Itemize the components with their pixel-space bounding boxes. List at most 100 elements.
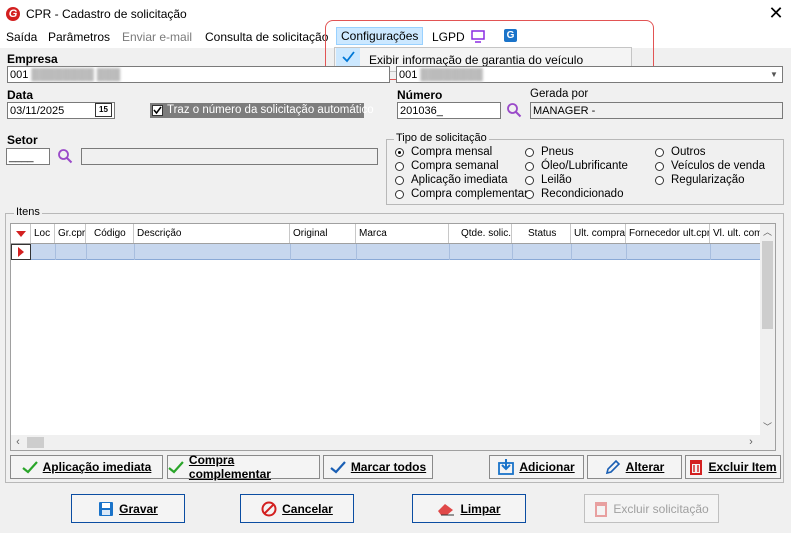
data-value: 03/11/2025 (10, 105, 65, 117)
sort-menu-icon[interactable] (11, 224, 31, 243)
marcar-todos-button[interactable]: Marcar todos (323, 455, 433, 479)
col-qtde[interactable]: Qtde. solic. (449, 224, 512, 243)
radio-label: Compra mensal (411, 146, 493, 158)
auto-number-checkbox[interactable] (152, 105, 163, 116)
radio-label: Outros (671, 146, 706, 158)
radio-compra-semanal[interactable] (395, 162, 404, 171)
pencil-icon (605, 459, 620, 475)
chevron-down-icon[interactable]: ▼ (768, 67, 780, 82)
menu-enviar-email[interactable]: Enviar e-mail (122, 30, 192, 44)
button-label: Cancelar (282, 501, 333, 516)
row-divider (571, 244, 572, 260)
scroll-up-icon[interactable]: ︿ (760, 225, 775, 239)
gerada-label: Gerada por (530, 88, 589, 100)
menu-saida[interactable]: Saída (6, 30, 37, 44)
adicionar-button[interactable]: Adicionar (489, 455, 584, 479)
row-divider (290, 244, 291, 260)
empresa-label: Empresa (7, 52, 58, 66)
eraser-icon (438, 503, 455, 515)
alterar-button[interactable]: Alterar (587, 455, 682, 479)
trash-icon (690, 460, 703, 475)
gravar-button[interactable]: Gravar (71, 494, 185, 523)
radio-regularizacao[interactable] (655, 176, 664, 185)
empresa-filial-input[interactable]: 001 ████████ (396, 66, 783, 83)
radio-leilao[interactable] (525, 176, 534, 185)
radio-recondicionado[interactable] (525, 190, 534, 199)
radio-veiculos-venda[interactable] (655, 162, 664, 171)
radio-label: Veículos de venda (671, 160, 765, 172)
scroll-down-icon[interactable]: ﹀ (760, 420, 775, 434)
menu-parametros[interactable]: Parâmetros (48, 30, 110, 44)
data-label: Data (7, 88, 34, 102)
radio-compra-complementar[interactable] (395, 190, 404, 199)
limpar-button[interactable]: Limpar (412, 494, 526, 523)
download-icon (498, 459, 515, 475)
button-label: Gravar (119, 501, 158, 516)
check-icon (21, 460, 38, 474)
row-divider (356, 244, 357, 260)
radio-label: Regularização (671, 174, 745, 186)
radio-oleo[interactable] (525, 162, 534, 171)
horizontal-scroll-thumb[interactable] (27, 437, 44, 448)
scroll-right-icon[interactable]: › (744, 435, 758, 450)
window-title: CPR - Cadastro de solicitação (26, 7, 187, 21)
trash-icon (595, 501, 608, 517)
col-grcpr[interactable]: Gr.cpr (55, 224, 86, 243)
check-icon (168, 460, 184, 473)
close-icon[interactable]: ✕ (768, 3, 784, 24)
gerada-value: MANAGER - (533, 105, 596, 117)
excluir-solicitacao-button[interactable]: Excluir solicitação (584, 494, 719, 523)
row-divider (86, 244, 87, 260)
col-loc[interactable]: Loc (31, 224, 55, 243)
menu-consulta[interactable]: Consulta de solicitação (205, 30, 328, 44)
search-icon[interactable] (57, 148, 73, 167)
col-status[interactable]: Status (512, 224, 571, 243)
empresa-input[interactable]: 001 ████████ ███ (7, 66, 390, 83)
table-row[interactable] (31, 244, 760, 260)
radio-pneus[interactable] (525, 148, 534, 157)
radio-compra-mensal[interactable] (395, 148, 404, 157)
col-marca[interactable]: Marca (356, 224, 449, 243)
col-codigo[interactable]: Código (86, 224, 134, 243)
cancel-icon (261, 501, 277, 516)
button-label: Compra complementar (188, 453, 271, 481)
cancelar-button[interactable]: Cancelar (240, 494, 354, 523)
radio-label: Compra complementar (411, 188, 528, 200)
setor-value: ____ (9, 151, 34, 163)
calendar-icon[interactable]: 15 (95, 103, 112, 117)
row-divider (710, 244, 711, 260)
aplicacao-imediata-button[interactable]: Aplicação imediata (10, 455, 163, 479)
radio-label: Óleo/Lubrificante (541, 160, 628, 172)
col-descricao[interactable]: Descrição (134, 224, 290, 243)
gerada-input: MANAGER - (530, 102, 783, 119)
button-label: Excluir solicitação (613, 501, 709, 516)
radio-label: Aplicação imediata (411, 174, 508, 186)
button-label: Adicionar (519, 460, 575, 474)
radio-label: Recondicionado (541, 188, 624, 200)
search-icon[interactable] (506, 102, 522, 121)
numero-label: Número (397, 88, 443, 102)
empresa-value: 001 (10, 69, 29, 81)
horizontal-scrollbar[interactable] (11, 435, 775, 450)
col-ult-compra[interactable]: Ult. compra (571, 224, 626, 243)
row-divider (512, 244, 513, 260)
row-divider (134, 244, 135, 260)
radio-label: Leilão (541, 174, 572, 186)
app-logo-icon: G (6, 7, 20, 21)
setor-input[interactable]: ____ (6, 148, 50, 165)
numero-input[interactable]: 201036_ (397, 102, 501, 119)
compra-complementar-button[interactable]: Compra complementar (167, 453, 320, 481)
col-fornecedor[interactable]: Fornecedor ult.cpr (626, 224, 710, 243)
vertical-scroll-thumb[interactable] (762, 241, 773, 329)
empresa-filial-value: 001 (399, 69, 418, 81)
col-vl-ult[interactable]: Vl. ult. com (710, 224, 760, 243)
radio-aplicacao-imediata[interactable] (395, 176, 404, 185)
radio-label: Pneus (541, 146, 574, 158)
button-label: Limpar (460, 501, 501, 516)
radio-outros[interactable] (655, 148, 664, 157)
scroll-left-icon[interactable]: ‹ (11, 435, 25, 450)
excluir-item-button[interactable]: Excluir Item (685, 455, 781, 479)
button-label: Marcar todos (350, 460, 427, 474)
col-original[interactable]: Original (290, 224, 356, 243)
row-indicator[interactable] (11, 244, 31, 260)
